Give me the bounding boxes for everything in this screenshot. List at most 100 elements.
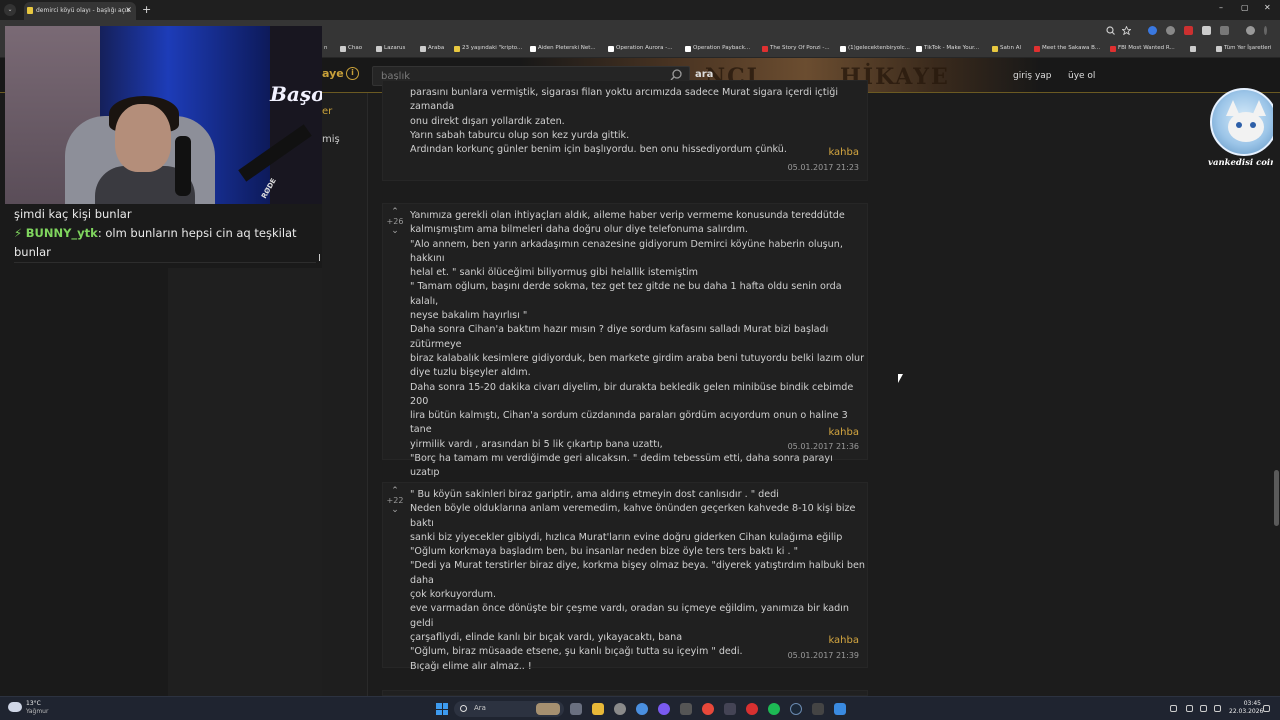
page-scrollbar[interactable] (1273, 93, 1280, 696)
entry-author[interactable]: kahba (828, 635, 859, 646)
close-window-button[interactable]: ✕ (1264, 3, 1271, 12)
extension-icon[interactable] (1166, 26, 1175, 35)
bookmark-item[interactable]: Chao (340, 45, 362, 52)
tray-mic-icon[interactable] (1186, 705, 1193, 712)
vote-count: +22 (386, 496, 404, 505)
tray-network-icon[interactable] (1200, 705, 1207, 712)
info-icon[interactable]: i (346, 67, 359, 80)
app-icon[interactable] (724, 703, 736, 715)
bookmark-item[interactable]: 23 yaşındaki "kripto... (454, 45, 522, 52)
mascot-avatar (1210, 88, 1278, 156)
bookmark-item[interactable]: Operation Payback... (685, 45, 750, 52)
upvote-icon[interactable]: ⌃ (384, 486, 406, 496)
maximize-button[interactable]: ▢ (1241, 3, 1249, 12)
sidebar-tab[interactable]: miş (322, 134, 340, 145)
entry-date[interactable]: 05.01.2017 21:36 (788, 442, 859, 451)
entry-date[interactable]: 05.01.2017 21:39 (788, 651, 859, 660)
mascot-eye (1236, 122, 1242, 128)
browser-tab-active[interactable]: demirci köyü olayı - başlığı açıs × (24, 2, 136, 20)
mascot-label: vankedisi coin (1208, 158, 1277, 168)
extensions-puzzle-icon[interactable] (1220, 26, 1229, 35)
chat-username: BUNNY_ytk (25, 226, 98, 240)
entry-author[interactable]: kahba (828, 147, 859, 158)
windows-taskbar: 13°C Yağmur Ara 03:45 22.03.2026 (0, 696, 1280, 720)
bookmark-item[interactable]: Operation Aurora -... (608, 45, 672, 52)
app-icon[interactable] (834, 703, 846, 715)
bookmark-star-icon[interactable] (1122, 26, 1131, 35)
vote-widget: ⌃ +22 ⌄ (384, 486, 406, 515)
notification-icon[interactable] (1263, 705, 1270, 712)
minimize-button[interactable]: – (1219, 3, 1223, 12)
tab-title: demirci köyü olayı - başlığı açıs (36, 7, 130, 14)
signup-link[interactable]: üye ol (1068, 71, 1095, 81)
discord-icon[interactable] (658, 703, 670, 715)
clock-date[interactable]: 22.03.2026 (1229, 708, 1263, 715)
bookmark-item[interactable]: (1)gelecektenbiryolc... (840, 45, 910, 52)
spotify-icon[interactable] (768, 703, 780, 715)
downvote-icon[interactable]: ⌄ (384, 505, 406, 515)
vote-widget: ⌃ +26 ⌄ (384, 207, 406, 236)
bookmark-item[interactable]: The Story Of Ponzi -... (762, 45, 830, 52)
stream-overlay-panel (168, 268, 322, 696)
scrollbar-thumb[interactable] (1274, 470, 1279, 526)
entry-author[interactable]: kahba (828, 427, 859, 438)
chrome-icon[interactable] (702, 703, 714, 715)
entry-date[interactable]: 05.01.2017 21:23 (788, 163, 859, 172)
new-tab-button[interactable]: + (142, 3, 151, 16)
tray-chevron-icon[interactable] (1170, 705, 1177, 712)
app-icon[interactable] (812, 703, 824, 715)
windows-start-icon[interactable] (436, 703, 448, 715)
bookmarks-more-button[interactable]: » (1190, 45, 1197, 53)
webcam-overlay: Başo RØDE (5, 26, 322, 204)
all-bookmarks-folder[interactable]: Tüm Yer İşaretleri (1216, 45, 1271, 52)
bookmark-item[interactable]: TikTok - Make Your... (916, 45, 979, 52)
login-link[interactable]: giriş yap (1013, 71, 1052, 81)
chat-divider (14, 262, 316, 263)
bookmark-item[interactable]: Satın Al (992, 45, 1021, 52)
tray-volume-icon[interactable] (1214, 705, 1221, 712)
weather-cloud-icon[interactable] (8, 702, 22, 712)
app-icon[interactable] (680, 703, 692, 715)
extension-icon[interactable] (1184, 26, 1193, 35)
task-view-icon[interactable] (570, 703, 582, 715)
file-explorer-icon[interactable] (592, 703, 604, 715)
search-button[interactable]: ara (695, 69, 713, 80)
clock-time[interactable]: 03:45 (1237, 700, 1261, 707)
bookmark-item[interactable]: Araba (420, 45, 444, 52)
app-icon[interactable] (636, 703, 648, 715)
chat-message-text: şimdi kaç kişi bunlar (14, 207, 132, 221)
upvote-icon[interactable]: ⌃ (384, 207, 406, 217)
entry-text: " Bu köyün sakinleri biraz gariptir, ama… (410, 489, 865, 672)
weather-temperature[interactable]: 13°C (26, 700, 41, 707)
bookmark-item[interactable]: FBI Most Wanted R... (1110, 45, 1175, 52)
chat-cursor (319, 254, 320, 261)
bookmark-item[interactable]: Meet the Sakawa B... (1034, 45, 1100, 52)
chat-badge-icon: ⚡ (14, 226, 23, 240)
entry-text: parasını bunlara vermiştik, sigarası fil… (410, 87, 839, 156)
profile-avatar[interactable] (1246, 26, 1255, 35)
steam-icon[interactable] (790, 703, 802, 715)
mascot-eye (1250, 122, 1256, 128)
zoom-icon[interactable] (1106, 26, 1115, 35)
microphone (175, 136, 191, 196)
extension-icon[interactable] (1202, 26, 1211, 35)
neon-sign: Başo (270, 82, 322, 106)
weather-description[interactable]: Yağmur (26, 708, 48, 715)
obs-icon[interactable] (746, 703, 758, 715)
site-logo[interactable]: aye (322, 67, 344, 80)
tab-favicon-icon (27, 7, 33, 14)
taskbar-search-icon (460, 705, 467, 712)
tab-search-menu-button[interactable]: ⌄ (4, 4, 16, 16)
sidebar-column (322, 93, 368, 696)
browser-menu-icon[interactable] (1264, 26, 1267, 35)
mouse-cursor-icon (898, 374, 903, 383)
downvote-icon[interactable]: ⌄ (384, 226, 406, 236)
entry-text: Yanımıza gerekli olan ihtiyaçları aldık,… (410, 210, 865, 507)
app-icon[interactable] (614, 703, 626, 715)
extension-icon[interactable] (1148, 26, 1157, 35)
sidebar-tab[interactable]: er (322, 106, 332, 117)
browser-tab-strip: ⌄ demirci köyü olayı - başlığı açıs × + … (0, 0, 1280, 20)
tab-close-icon[interactable]: × (125, 5, 132, 14)
bookmark-item[interactable]: Lazarus (376, 45, 405, 52)
bookmark-item[interactable]: Aiden Pleterski Net... (530, 45, 596, 52)
